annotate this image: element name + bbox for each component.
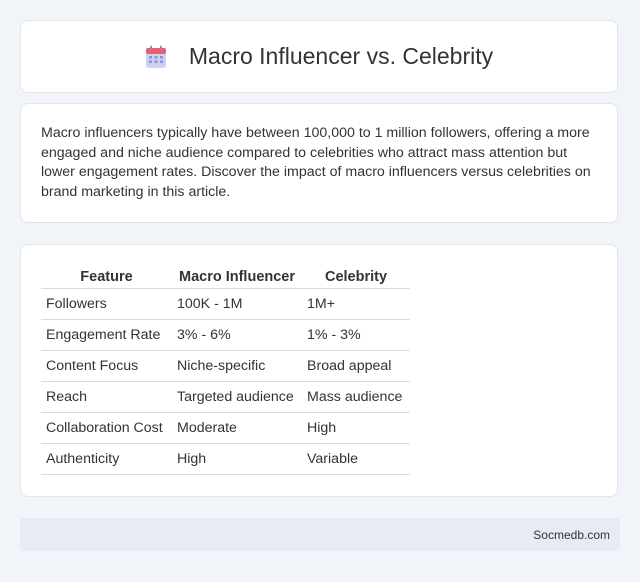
comparison-table: Feature Macro Influencer Celebrity Follo… <box>41 267 410 475</box>
table-cell: Mass audience <box>302 381 410 413</box>
footer: Socmedb.com <box>20 518 620 551</box>
footer-site-link[interactable]: Socmedb.com <box>533 528 610 542</box>
table-row: Collaboration Cost Moderate High <box>41 412 410 444</box>
comparison-card: Feature Macro Influencer Celebrity Follo… <box>20 244 618 497</box>
column-header-celebrity: Celebrity <box>324 269 388 285</box>
title-wrap: Macro Influencer vs. Celebrity <box>145 43 493 70</box>
table-cell: Variable <box>302 443 410 475</box>
table-cell: 1% - 3% <box>302 319 410 351</box>
intro-text: Macro influencers typically have between… <box>41 125 591 200</box>
table-cell: Engagement Rate <box>41 319 172 351</box>
table-cell: Authenticity <box>41 443 172 475</box>
page-title: Macro Influencer vs. Celebrity <box>188 43 494 69</box>
table-cell: 3% - 6% <box>172 319 302 351</box>
table-cell: Broad appeal <box>302 350 410 382</box>
table-row: Followers 100K - 1M 1M+ <box>41 288 410 320</box>
table-cell: Niche-specific <box>172 350 302 382</box>
table-cell: 1M+ <box>302 288 410 320</box>
table-cell: Followers <box>41 288 172 320</box>
table-cell: Content Focus <box>41 350 172 382</box>
table-cell: Reach <box>41 381 172 413</box>
table-cell: Collaboration Cost <box>41 412 172 444</box>
intro-card: Macro influencers typically have between… <box>20 103 618 223</box>
table-row: Reach Targeted audience Mass audience <box>41 381 410 413</box>
title-card: Macro Influencer vs. Celebrity <box>20 20 618 93</box>
column-header-feature: Feature <box>80 269 133 285</box>
table-cell: 100K - 1M <box>172 288 302 320</box>
table-cell: Moderate <box>172 412 302 444</box>
table-cell: High <box>302 412 410 444</box>
calendar-icon <box>145 45 166 68</box>
table-row: Authenticity High Variable <box>41 443 410 475</box>
table-row: Content Focus Niche-specific Broad appea… <box>41 350 410 382</box>
column-header-macro-influencer: Macro Influencer <box>178 269 296 285</box>
table-header-row: Feature Macro Influencer Celebrity <box>41 267 410 289</box>
table-cell: Targeted audience <box>172 381 302 413</box>
table-row: Engagement Rate 3% - 6% 1% - 3% <box>41 319 410 351</box>
table-cell: High <box>172 443 302 475</box>
